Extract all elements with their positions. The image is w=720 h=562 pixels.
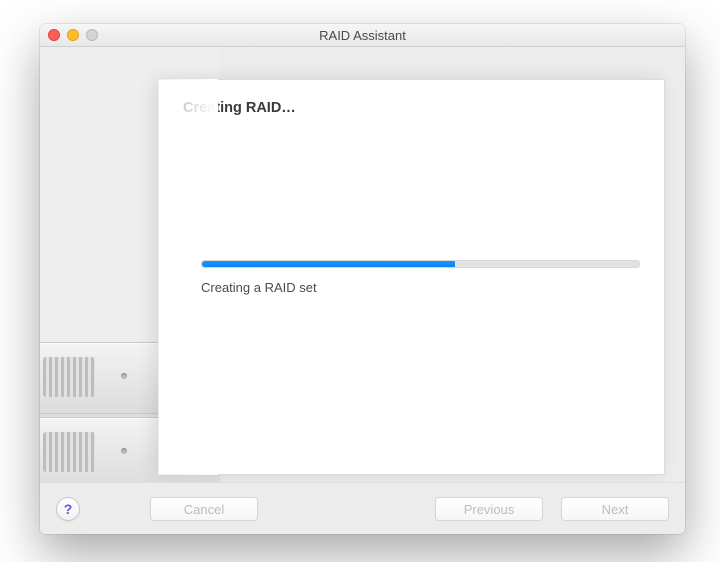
help-icon: ?	[64, 501, 73, 517]
traffic-lights	[48, 29, 98, 41]
previous-button: Previous	[435, 497, 543, 521]
footer-bar: ? Cancel Previous Next	[40, 482, 685, 534]
zoom-icon	[86, 29, 98, 41]
next-button-label: Next	[602, 502, 629, 517]
content-sheet: Creating RAID… Creating a RAID set	[158, 79, 665, 475]
previous-button-label: Previous	[464, 502, 515, 517]
next-button: Next	[561, 497, 669, 521]
window-body: Creating RAID… Creating a RAID set ? Can…	[40, 47, 685, 534]
window-title: RAID Assistant	[319, 28, 406, 43]
app-window: RAID Assistant Creating RAID… Creating a…	[40, 24, 685, 534]
progress-fill	[202, 261, 455, 267]
cancel-button: Cancel	[150, 497, 258, 521]
cancel-button-label: Cancel	[184, 502, 224, 517]
progress-status-text: Creating a RAID set	[201, 280, 640, 295]
progress-bar	[201, 260, 640, 268]
progress-section: Creating a RAID set	[201, 260, 640, 295]
minimize-icon[interactable]	[67, 29, 79, 41]
help-button[interactable]: ?	[56, 497, 80, 521]
titlebar: RAID Assistant	[40, 24, 685, 47]
page-title: Creating RAID…	[183, 100, 640, 116]
close-icon[interactable]	[48, 29, 60, 41]
